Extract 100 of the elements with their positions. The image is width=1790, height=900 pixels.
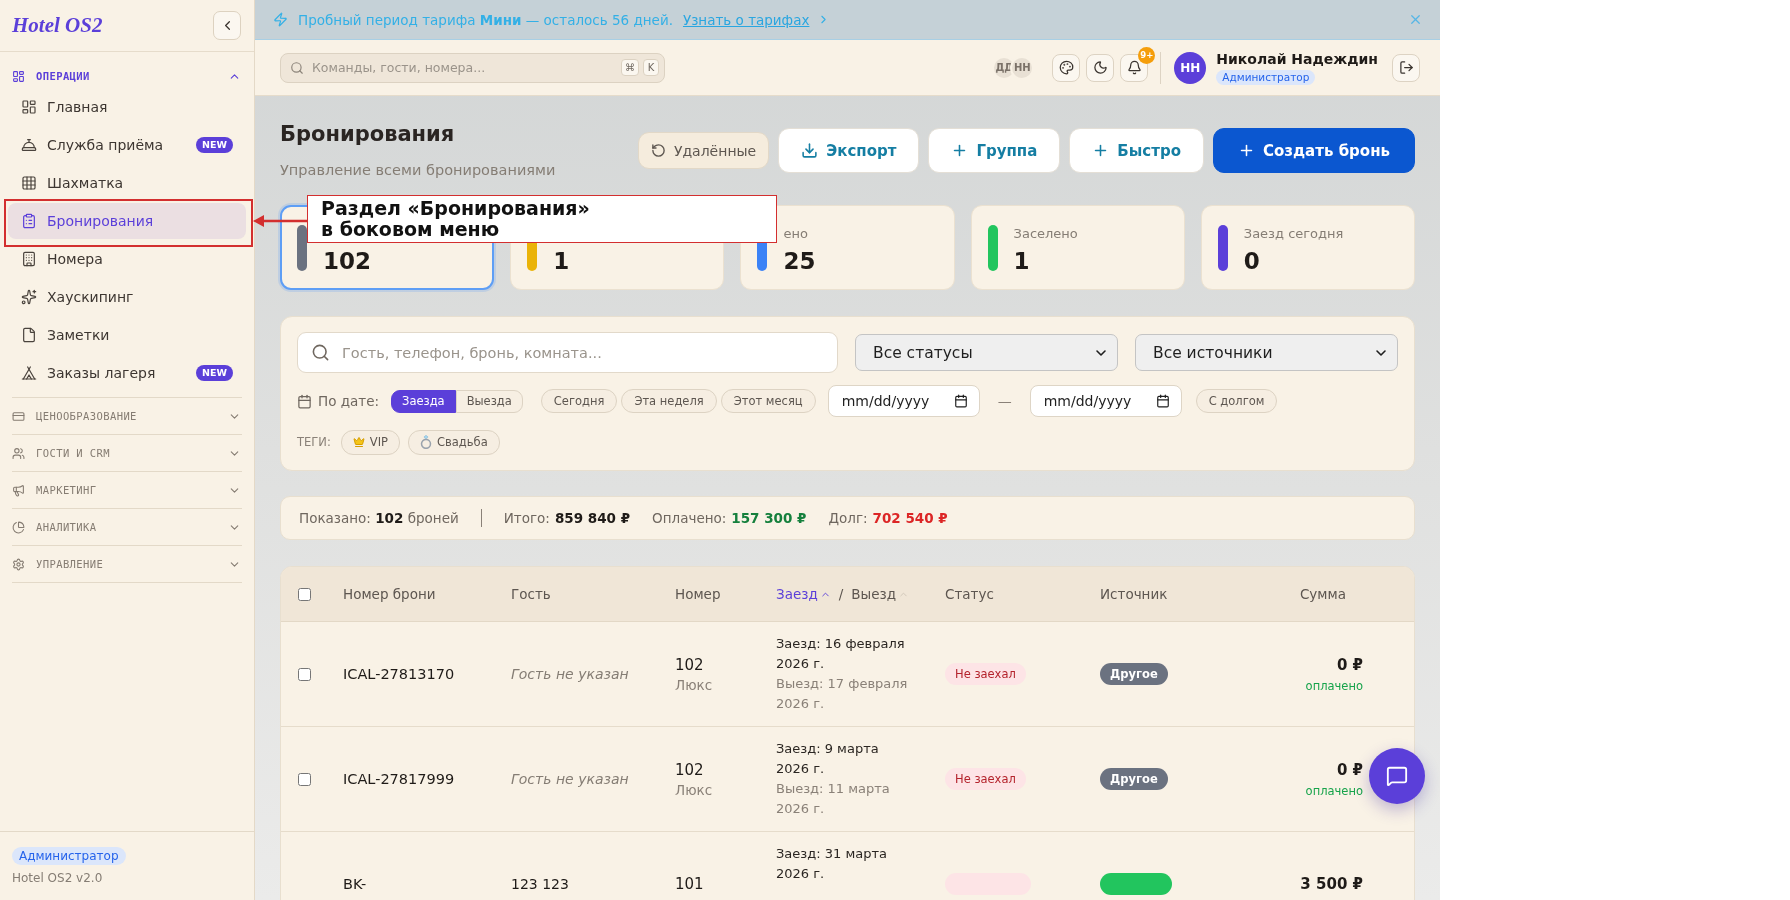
service-bell-icon [21, 137, 37, 153]
stat-value: 1 [553, 248, 570, 273]
booking-id: ICAL-27817999 [343, 771, 455, 787]
tag-chip[interactable]: VIP [340, 429, 400, 455]
lightning-icon [273, 12, 288, 27]
tag-chip[interactable]: Свадьба [408, 429, 500, 455]
sidebar-item[interactable]: Номера [8, 241, 246, 277]
stat-label: ено [783, 224, 809, 243]
date-mode-tab[interactable]: Выезда [455, 389, 523, 413]
users-icon [12, 446, 25, 460]
guest-name: 123 123 [511, 876, 569, 892]
sidebar-item[interactable]: Бронирования [8, 203, 246, 239]
sparkles-icon [21, 289, 37, 305]
logout-button[interactable] [1392, 53, 1420, 82]
tags-label: ТЕГИ: [297, 435, 331, 449]
status-badge: Не заехал [945, 768, 1026, 790]
filter-chip[interactable]: Этот месяц [720, 389, 816, 413]
slash-separator: / [838, 586, 844, 602]
source-dropdown[interactable]: Все источники [1135, 334, 1398, 371]
file-icon [21, 327, 37, 343]
sidebar-item[interactable]: Шахматка [8, 165, 246, 201]
column-header: Сумма [1299, 586, 1346, 602]
settings-icon [12, 557, 25, 571]
stat-value: 0 [1243, 248, 1261, 273]
column-header: Номер [675, 586, 721, 602]
section-toggle[interactable]: УПРАВЛЕНИЕ [12, 546, 242, 582]
payment-status: оплачено [1305, 678, 1363, 693]
grid-icon [21, 175, 37, 191]
calendar-icon [1155, 394, 1170, 408]
amount-value: 157 300 ₽ [731, 510, 807, 526]
avatar: НН [1010, 55, 1035, 80]
stat-value: 102 [323, 248, 371, 273]
amount-label: Оплачено: [652, 510, 727, 526]
stat-card[interactable]: ено 25 [740, 205, 955, 290]
theme-button[interactable] [1052, 53, 1081, 82]
room-number: 102 [675, 655, 704, 675]
export-button[interactable]: Экспорт [778, 128, 920, 173]
section-toggle[interactable]: АНАЛИТИКА [12, 509, 242, 545]
check-out-date: Выезд: 11 марта 2026 г. [776, 780, 891, 818]
check-in-date: Заезд: 9 марта 2026 г. [776, 740, 880, 778]
booking-id: BK- [343, 876, 367, 892]
shown-count: Показано: 102 броней [299, 510, 459, 526]
filter-chip[interactable]: С долгом [1195, 389, 1278, 413]
version-text: Hotel OS2 v2.0 [12, 871, 103, 885]
amount: 3 500 ₽ [1300, 874, 1363, 894]
stat-label: Заселено [1013, 224, 1078, 243]
page-subtitle: Управление всеми бронированиями [280, 161, 556, 180]
quick-add-button[interactable]: Быстро [1069, 128, 1204, 173]
section-toggle[interactable]: ЦЕНООБРАЗОВАНИЕ [12, 398, 242, 434]
megaphone-icon [12, 483, 25, 497]
row-checkbox[interactable] [298, 667, 311, 681]
room-type: Люкс [675, 781, 713, 798]
sort-button[interactable]: Заезд [776, 586, 831, 602]
booking-search-field[interactable]: Гость, телефон, бронь, комната... [297, 332, 838, 373]
stat-card[interactable]: Заселено 1 [970, 205, 1185, 290]
section-toggle[interactable]: МАРКЕТИНГ [12, 472, 242, 508]
date-field[interactable]: mm/dd/yyyy [1029, 385, 1182, 417]
amount-value: 859 840 ₽ [554, 510, 631, 526]
guest-name: Гость не указан [511, 666, 629, 682]
source-badge: Другое [1100, 663, 1168, 685]
date-filter-label: По дате: [318, 393, 380, 409]
check-in-date: Заезд: 16 февраля 2026 г. [776, 635, 906, 673]
date-field[interactable]: mm/dd/yyyy [827, 385, 980, 417]
section-toggle[interactable]: ГОСТИ И CRM [12, 435, 242, 471]
create-booking-button[interactable]: Создать бронь [1212, 128, 1415, 173]
range-dash: — [997, 393, 1012, 409]
role-badge: Администратор [1216, 69, 1316, 85]
filter-chip[interactable]: Эта неделя [621, 389, 717, 413]
banner-text: Пробный период тарифа Мини — осталось 56 дней. [298, 11, 673, 28]
close-icon [1408, 12, 1423, 27]
sidebar-item[interactable]: Служба приёма NEW [8, 127, 246, 163]
check-out-date: Выезд: 17 февраля 2026 г. [776, 675, 908, 713]
stat-card[interactable]: Заезд сегодня 0 [1200, 205, 1415, 290]
sidebar-item[interactable]: Заметки [8, 317, 246, 353]
status-dropdown[interactable]: Все статусы [855, 334, 1118, 371]
amount-label: Долг: [828, 510, 868, 526]
row-checkbox[interactable] [298, 772, 311, 786]
check-in-date: Заезд: 31 марта 2026 г. [776, 845, 888, 883]
date-mode-tab[interactable]: Заезда [391, 389, 456, 413]
sidebar-item[interactable]: Главная [8, 89, 246, 125]
filter-chip[interactable]: Сегодня [540, 389, 618, 413]
stat-value: 25 [783, 248, 816, 273]
section-toggle[interactable]: ОПЕРАЦИИ [12, 65, 242, 87]
sidebar-item[interactable]: Заказы лагеря NEW [8, 355, 246, 391]
sidebar-item[interactable]: Хаускипинг [8, 279, 246, 315]
guest-name: Гость не указан [511, 771, 629, 787]
new-badge: NEW [196, 137, 233, 153]
dark-mode-button[interactable] [1086, 53, 1115, 82]
column-header: Гость [511, 586, 551, 602]
user-avatar[interactable]: НН [1174, 51, 1207, 84]
role-badge: Администратор [12, 847, 126, 865]
sort-button[interactable]: Выезд [851, 586, 910, 602]
group-button[interactable]: Группа [928, 128, 1061, 173]
annotation-tooltip: Раздел «Бронирования» в боковом меню [307, 195, 777, 243]
deleted-items-button[interactable]: Удалённые [637, 132, 770, 169]
rotate-icon [650, 143, 666, 158]
column-header: Номер брони [343, 586, 436, 602]
select-all-checkbox[interactable] [298, 587, 311, 601]
booking-id: ICAL-27813170 [343, 666, 455, 682]
source-badge: Другое [1100, 768, 1168, 790]
